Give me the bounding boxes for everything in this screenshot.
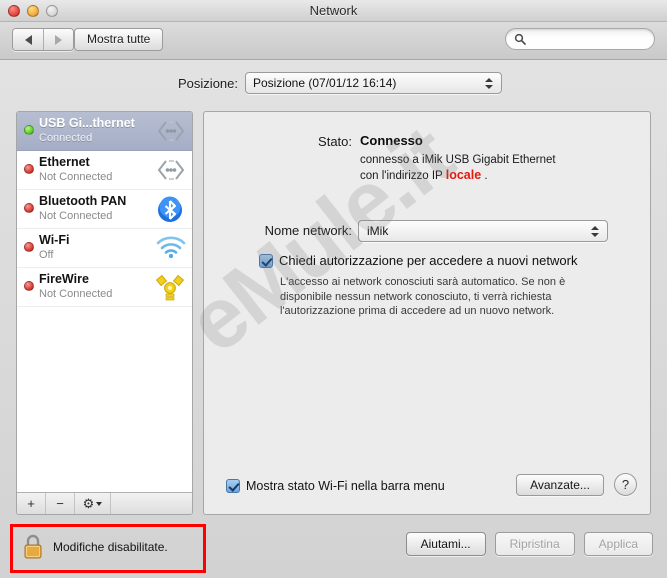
network-preferences-window: Network Mostra tutte Posizione: Posizion… xyxy=(0,0,667,578)
sidebar-item-wi-fi[interactable]: Wi-Fi Off xyxy=(17,229,192,268)
sidebar-item-bluetooth-pan[interactable]: Bluetooth PAN Not Connected xyxy=(17,190,192,229)
show-all-button[interactable]: Mostra tutte xyxy=(74,28,164,51)
firewire-icon xyxy=(155,274,186,302)
status-indicator-dot xyxy=(24,203,34,213)
apply-button: Applica xyxy=(583,532,653,556)
location-selected-value: Posizione (07/01/12 16:14) xyxy=(253,76,397,90)
status-indicator-dot xyxy=(24,125,34,135)
chevron-down-icon xyxy=(96,501,103,506)
sidebar-toolbar-filler xyxy=(111,493,192,514)
location-label: Posizione: xyxy=(178,75,238,91)
toolbar: Mostra tutte xyxy=(0,22,667,60)
sidebar-item-ethernet[interactable]: Ethernet Not Connected xyxy=(17,151,192,190)
back-button[interactable] xyxy=(13,29,43,50)
bluetooth-icon xyxy=(156,196,186,224)
navigation-segmented-control xyxy=(12,28,74,51)
network-name-label: Nome network: xyxy=(264,223,352,238)
search-icon xyxy=(514,33,526,45)
interface-list: USB Gi...thernet Connected Ethernet Not Con… xyxy=(17,112,192,492)
ask-to-join-checkbox[interactable] xyxy=(259,254,273,268)
search-input[interactable] xyxy=(526,33,667,45)
lock-control[interactable]: Modifiche disabilitate. xyxy=(22,533,168,561)
location-popup-button[interactable]: Posizione (07/01/12 16:14) xyxy=(245,72,502,94)
show-wifi-status-row[interactable]: Mostra stato Wi-Fi nella barra menu xyxy=(226,478,445,493)
ask-to-join-row[interactable]: Chiedi autorizzazione per accedere a nuo… xyxy=(259,253,577,269)
network-name-selected-value: iMik xyxy=(367,224,389,238)
ethernet-icon xyxy=(156,157,186,185)
ip-address-value: locale xyxy=(445,168,482,182)
network-name-popup-button[interactable]: iMik xyxy=(358,220,608,242)
updown-arrows-icon xyxy=(482,77,496,89)
add-interface-button[interactable]: + xyxy=(17,493,46,514)
status-label: Stato: xyxy=(318,134,352,149)
updown-arrows-icon xyxy=(588,225,602,237)
footer: Modifiche disabilitate. Aiutami... Ripri… xyxy=(0,520,667,578)
window-title: Network xyxy=(309,3,358,18)
status-description-line2-suffix: . xyxy=(481,170,488,182)
content-area: USB Gi...thernet Connected Ethernet Not Con… xyxy=(0,105,667,520)
interface-detail-panel: Stato: Connesso connesso a iMik USB Giga… xyxy=(203,111,651,515)
gear-icon: ⚙ xyxy=(82,495,95,511)
advanced-button[interactable]: Avanzate... xyxy=(516,474,604,496)
sidebar-item-firewire[interactable]: FireWire Not Connected xyxy=(17,268,192,307)
status-description: connesso a iMik USB Gigabit Ethernet con… xyxy=(360,153,645,184)
remove-interface-button[interactable]: − xyxy=(46,493,75,514)
status-indicator-dot xyxy=(24,242,34,252)
sidebar-toolbar: + − ⚙ xyxy=(17,492,192,514)
help-me-button[interactable]: Aiutami... xyxy=(405,532,486,556)
status-value: Connesso xyxy=(360,133,423,148)
ask-to-join-help-text: L'accesso ai network conosciuti sarà aut… xyxy=(280,276,566,317)
ethernet-icon xyxy=(156,118,186,146)
chevron-right-icon xyxy=(55,34,62,45)
wifi-icon xyxy=(156,235,186,263)
lock-status-text: Modifiche disabilitate. xyxy=(53,540,168,554)
lock-icon[interactable] xyxy=(22,533,44,561)
status-description-line1: connesso a iMik USB Gigabit Ethernet xyxy=(360,154,556,166)
status-indicator-dot xyxy=(24,164,34,174)
show-wifi-status-label: Mostra stato Wi-Fi nella barra menu xyxy=(246,478,445,493)
location-row: Posizione: Posizione (07/01/12 16:14) xyxy=(0,69,667,97)
show-wifi-status-checkbox[interactable] xyxy=(226,479,240,493)
sidebar-item-usb-gi-thernet[interactable]: USB Gi...thernet Connected xyxy=(17,112,192,151)
interface-sidebar: USB Gi...thernet Connected Ethernet Not Con… xyxy=(16,111,193,515)
help-button[interactable]: ? xyxy=(614,473,637,496)
interface-actions-button[interactable]: ⚙ xyxy=(75,493,111,514)
revert-button: Ripristina xyxy=(494,532,575,556)
status-description-line2-prefix: con l'indirizzo IP xyxy=(360,170,446,182)
footer-button-group: Aiutami... Ripristina Applica xyxy=(405,532,653,556)
forward-button[interactable] xyxy=(43,29,73,50)
status-indicator-dot xyxy=(24,281,34,291)
chevron-left-icon xyxy=(24,34,32,45)
search-field[interactable] xyxy=(505,28,667,50)
title-bar: Network xyxy=(0,0,667,22)
ask-to-join-label: Chiedi autorizzazione per accedere a nuo… xyxy=(279,253,578,268)
